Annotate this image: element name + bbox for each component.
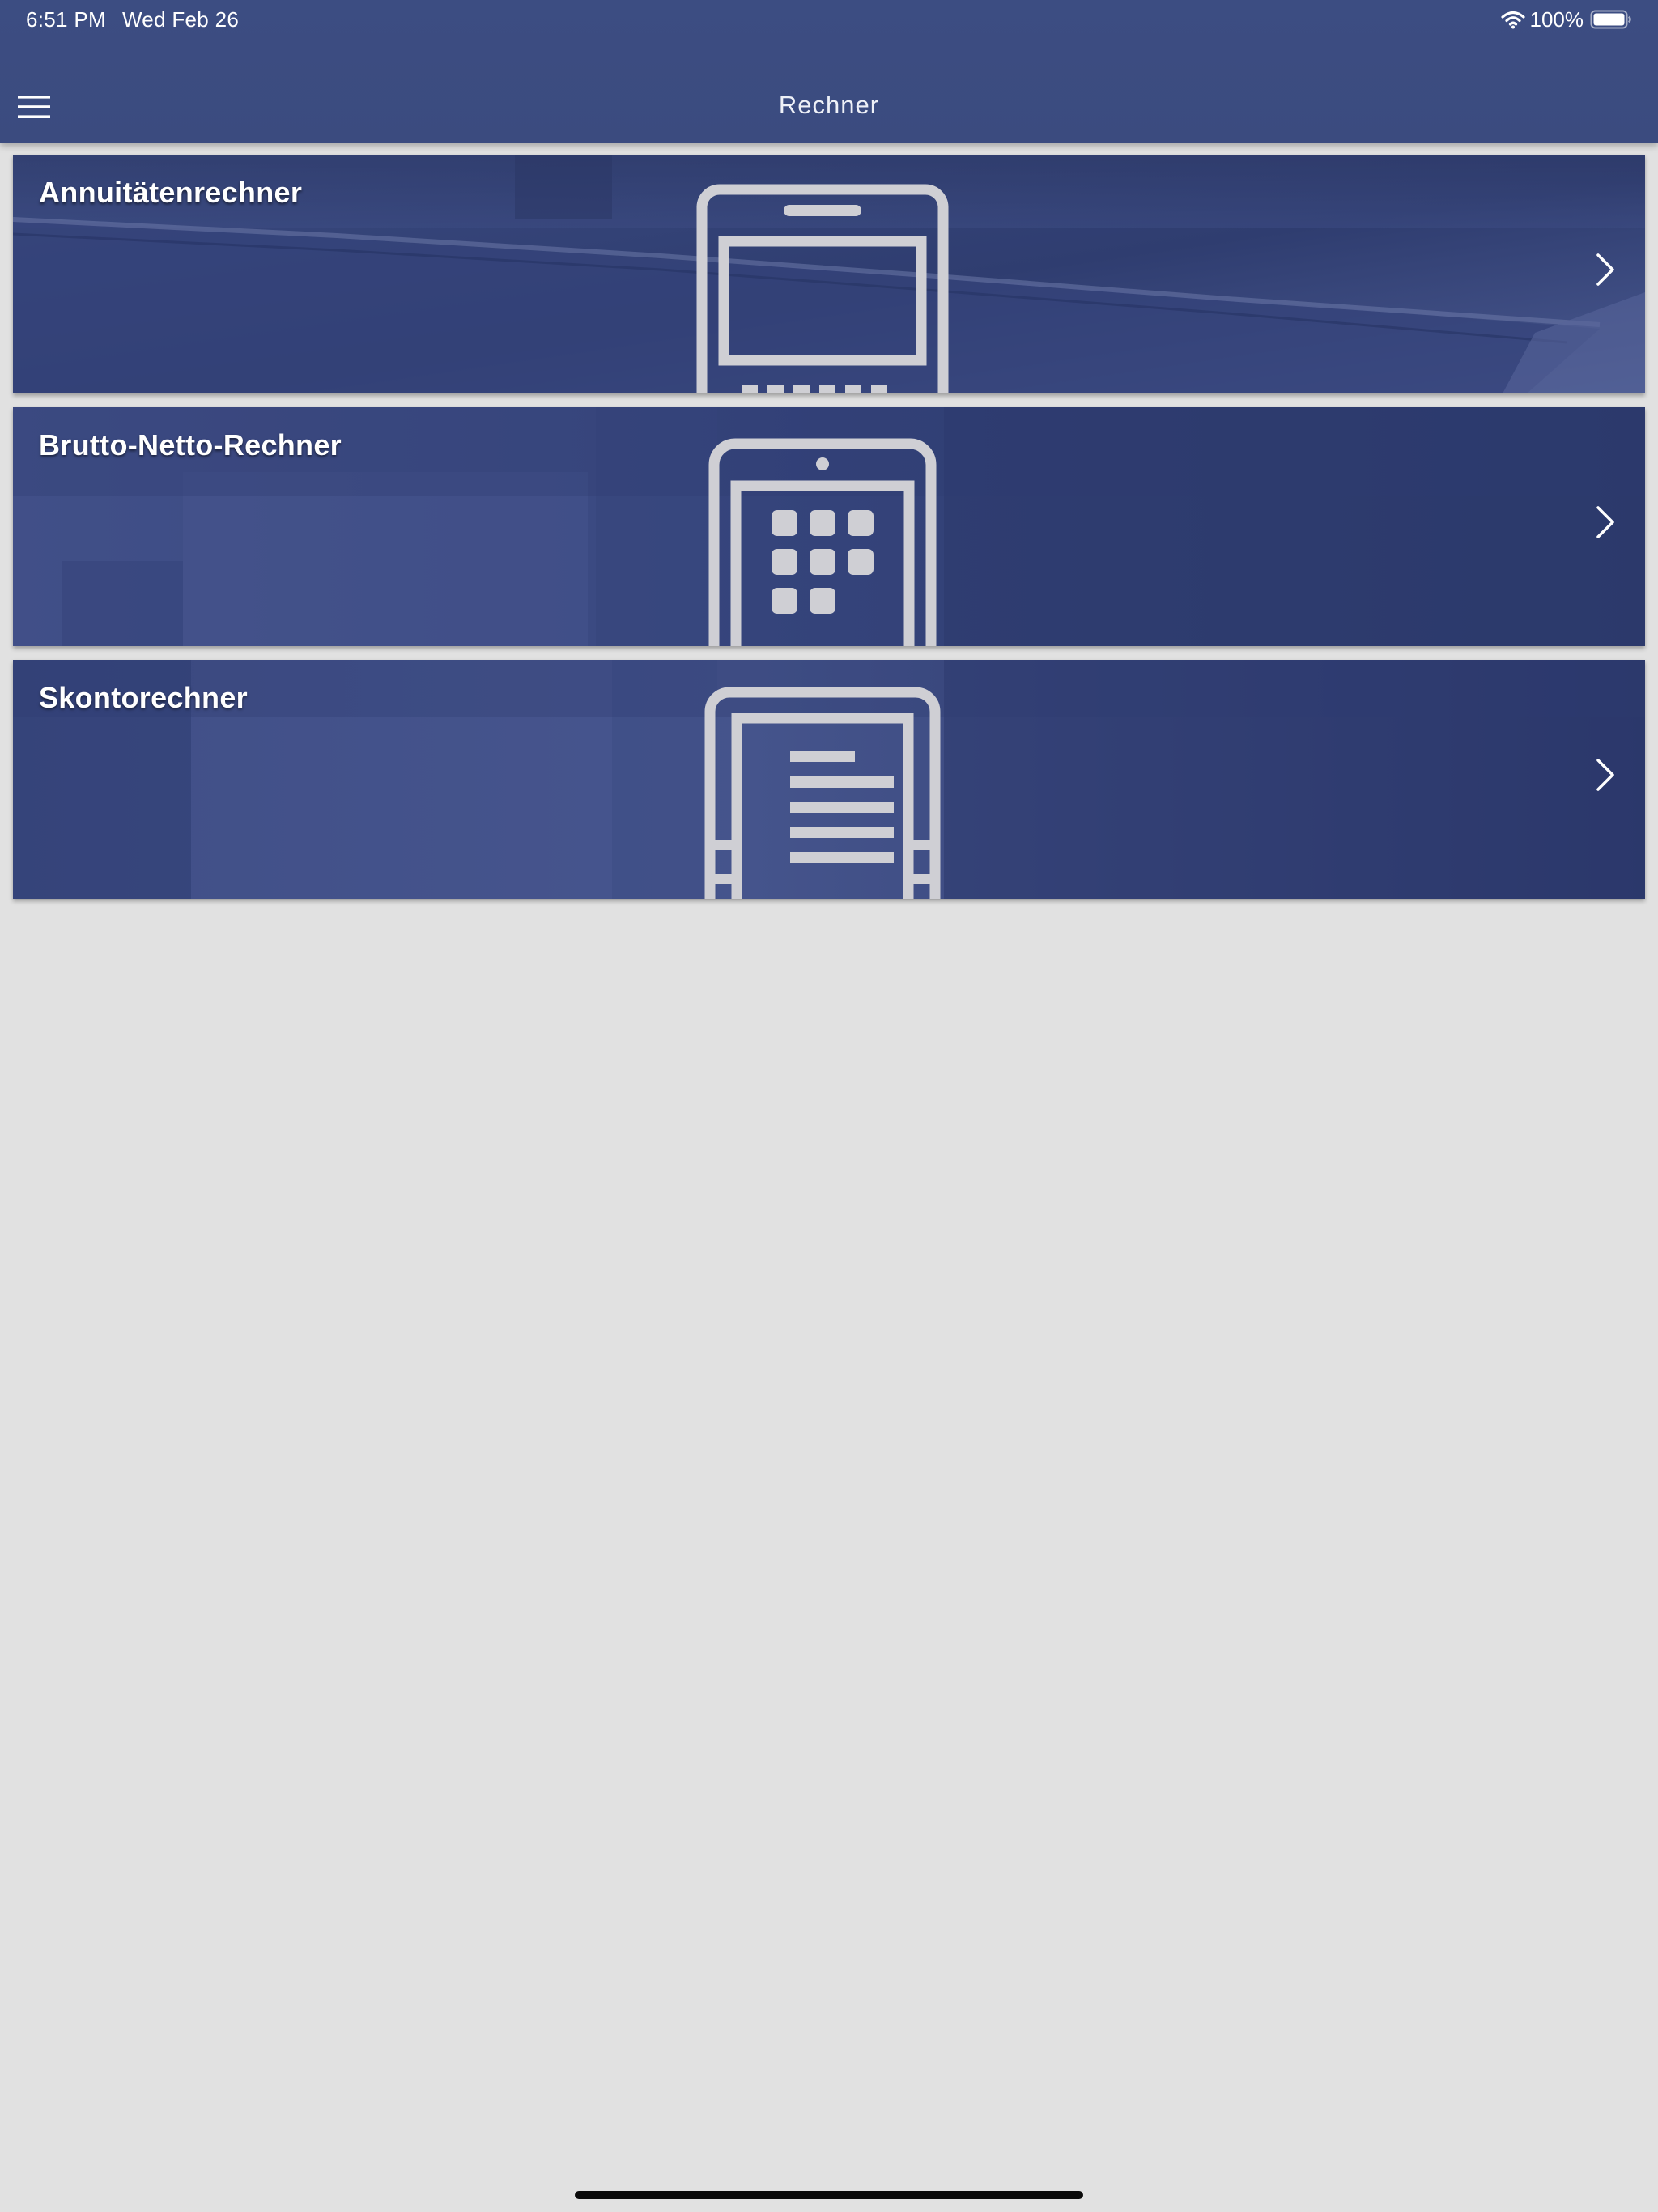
chevron-right-icon <box>1596 253 1614 286</box>
top-bar: 6:51 PM Wed Feb 26 100% Rechner <box>0 0 1658 143</box>
card-title: Skontorechner <box>39 681 248 714</box>
page-title: Rechner <box>778 91 880 119</box>
status-right: 100% <box>1500 6 1633 32</box>
tablet-screen-icon <box>696 184 949 393</box>
chevron-right-icon <box>1596 759 1614 791</box>
status-date: Wed Feb 26 <box>121 7 240 32</box>
battery-icon <box>1590 10 1632 29</box>
card-annuitaetenrechner[interactable]: Annuitätenrechner <box>13 155 1645 393</box>
card-skontorechner[interactable]: Skontorechner <box>13 660 1645 899</box>
status-time: 6:51 PM Wed Feb 26 <box>26 6 239 32</box>
card-title: Brutto-Netto-Rechner <box>39 428 342 462</box>
card-brutto-netto-rechner[interactable]: Brutto-Netto-Rechner <box>13 407 1645 646</box>
document-list-icon <box>704 687 941 899</box>
home-indicator[interactable] <box>575 2191 1083 2199</box>
status-clock: 6:51 PM <box>26 7 106 32</box>
calculator-keypad-icon <box>708 438 937 646</box>
chevron-right-icon <box>1596 506 1614 538</box>
wifi-icon <box>1500 10 1525 29</box>
battery-percent: 100% <box>1529 6 1584 32</box>
card-title: Annuitätenrechner <box>39 176 303 209</box>
